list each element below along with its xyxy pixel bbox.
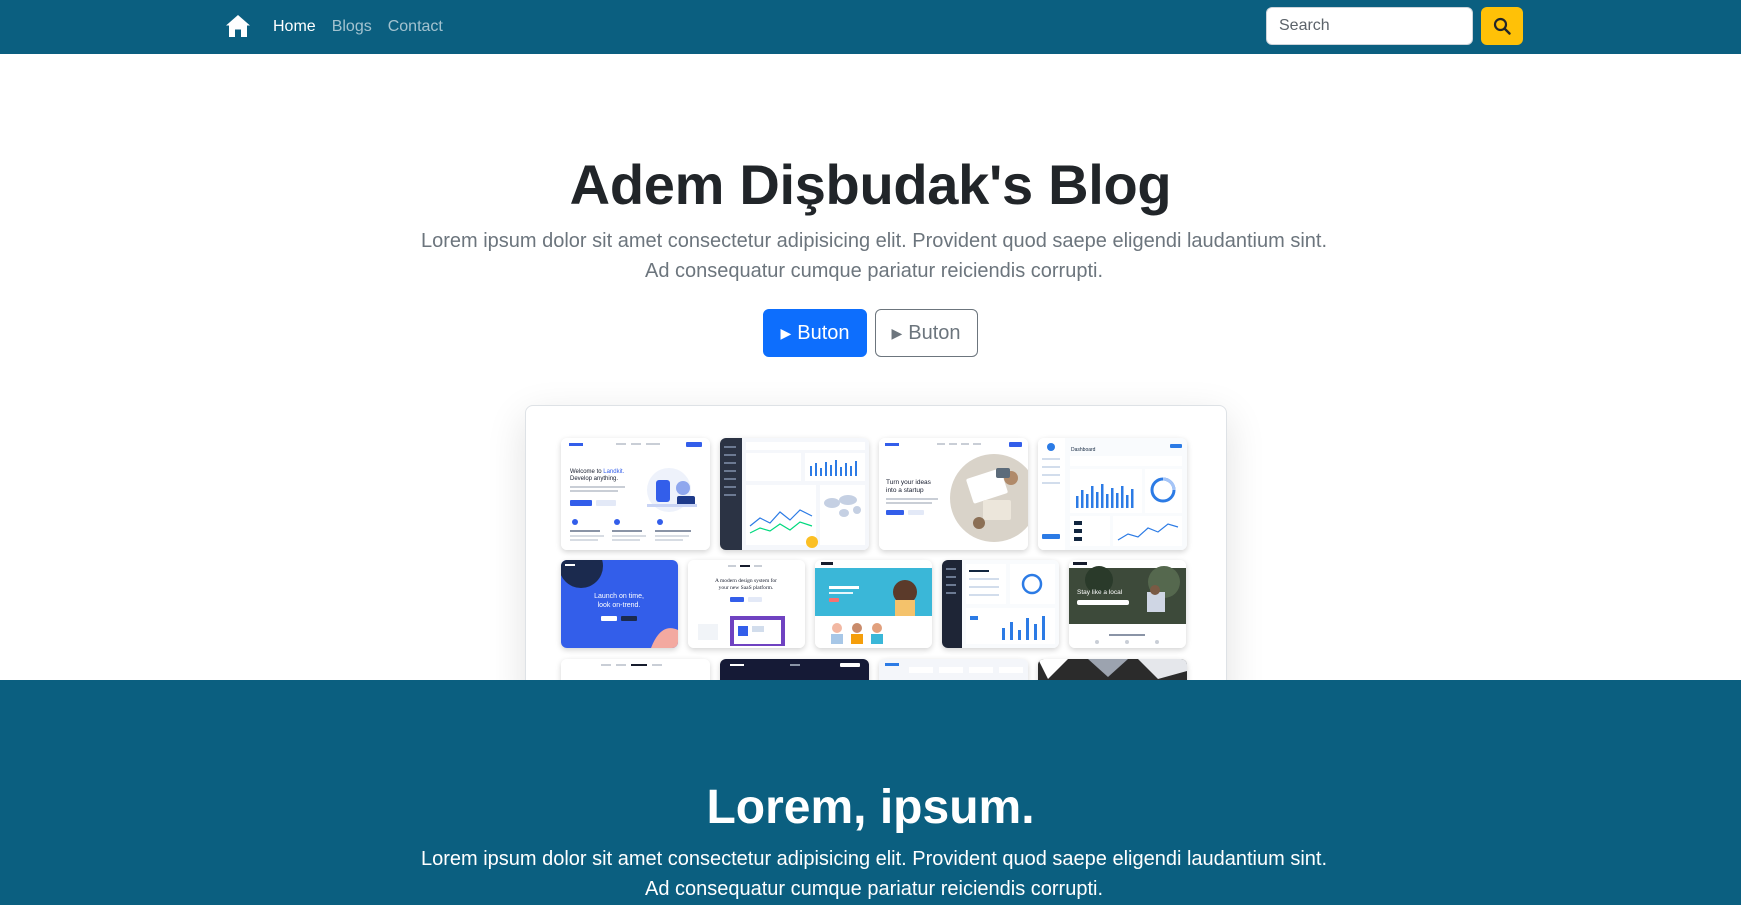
template-thumbnail: A modern design system for your new SaaS… bbox=[688, 560, 805, 648]
feature-section: Lorem, ipsum. Lorem ipsum dolor sit amet… bbox=[0, 680, 1741, 905]
nav-link-home[interactable]: Home bbox=[273, 18, 316, 36]
play-icon: ▶ bbox=[780, 324, 792, 341]
hero-lead: Lorem ipsum dolor sit amet consectetur a… bbox=[420, 230, 1328, 282]
svg-text:Dashboard: Dashboard bbox=[1071, 447, 1096, 453]
template-thumbnail bbox=[720, 659, 869, 680]
template-thumbnail: Launch on time, look on-trend. bbox=[561, 560, 678, 648]
section-title: Lorem, ipsum. bbox=[706, 781, 1035, 834]
svg-text:your new SaaS platform.: your new SaaS platform. bbox=[719, 584, 774, 591]
template-thumbnail bbox=[815, 560, 932, 648]
svg-text:A modern design system for: A modern design system for bbox=[715, 577, 777, 584]
nav-link-blogs[interactable]: Blogs bbox=[332, 18, 372, 36]
svg-text:into a startup: into a startup bbox=[886, 487, 924, 494]
template-thumbnail: Turn your ideas into a startup bbox=[879, 438, 1028, 550]
svg-text:Develop anything.: Develop anything. bbox=[570, 476, 618, 482]
nav-link-contact[interactable]: Contact bbox=[388, 18, 443, 36]
preview-image: Welcome to Landkit. Develop anything. Tu… bbox=[525, 405, 1227, 680]
template-thumbnail: Welcome to Landkit. Develop anything. bbox=[561, 438, 710, 550]
template-thumbnail bbox=[1038, 659, 1187, 680]
template-thumbnail: Dashboard bbox=[1038, 438, 1187, 550]
primary-button-label: Buton bbox=[797, 321, 850, 344]
template-thumbnail bbox=[942, 560, 1059, 648]
house-icon[interactable] bbox=[225, 14, 251, 38]
svg-text:Welcome to Landkit.: Welcome to Landkit. bbox=[570, 469, 625, 475]
top-navbar: Home Blogs Contact bbox=[0, 0, 1741, 54]
nav-links: Home Blogs Contact bbox=[273, 0, 459, 54]
svg-text:Stay like a local: Stay like a local bbox=[1077, 589, 1123, 596]
navbar-container: Home Blogs Contact bbox=[225, 0, 1525, 54]
template-thumbnail bbox=[561, 659, 710, 680]
svg-text:Launch on time,: Launch on time, bbox=[594, 593, 644, 600]
hero-buttons: ▶ Buton ▶ Buton bbox=[0, 309, 1741, 357]
search-input[interactable] bbox=[1266, 7, 1473, 45]
search-form bbox=[1266, 7, 1523, 45]
hero-section: Adem Dişbudak's Blog Lorem ipsum dolor s… bbox=[0, 54, 1741, 680]
svg-text:Turn your ideas: Turn your ideas bbox=[886, 479, 932, 486]
search-button[interactable] bbox=[1481, 7, 1523, 45]
secondary-button[interactable]: ▶ Buton bbox=[874, 309, 978, 357]
primary-button[interactable]: ▶ Buton bbox=[763, 309, 867, 357]
section-lead: Lorem ipsum dolor sit amet consectetur a… bbox=[420, 848, 1328, 900]
template-thumbnail: Stay like a local bbox=[1069, 560, 1186, 648]
hero-title: Adem Dişbudak's Blog bbox=[569, 153, 1172, 216]
search-icon bbox=[1493, 17, 1511, 35]
play-icon: ▶ bbox=[891, 324, 903, 341]
template-thumbnail bbox=[720, 438, 869, 550]
secondary-button-label: Buton bbox=[908, 321, 961, 344]
svg-text:look on-trend.: look on-trend. bbox=[598, 602, 641, 609]
template-thumbnail bbox=[879, 659, 1028, 680]
